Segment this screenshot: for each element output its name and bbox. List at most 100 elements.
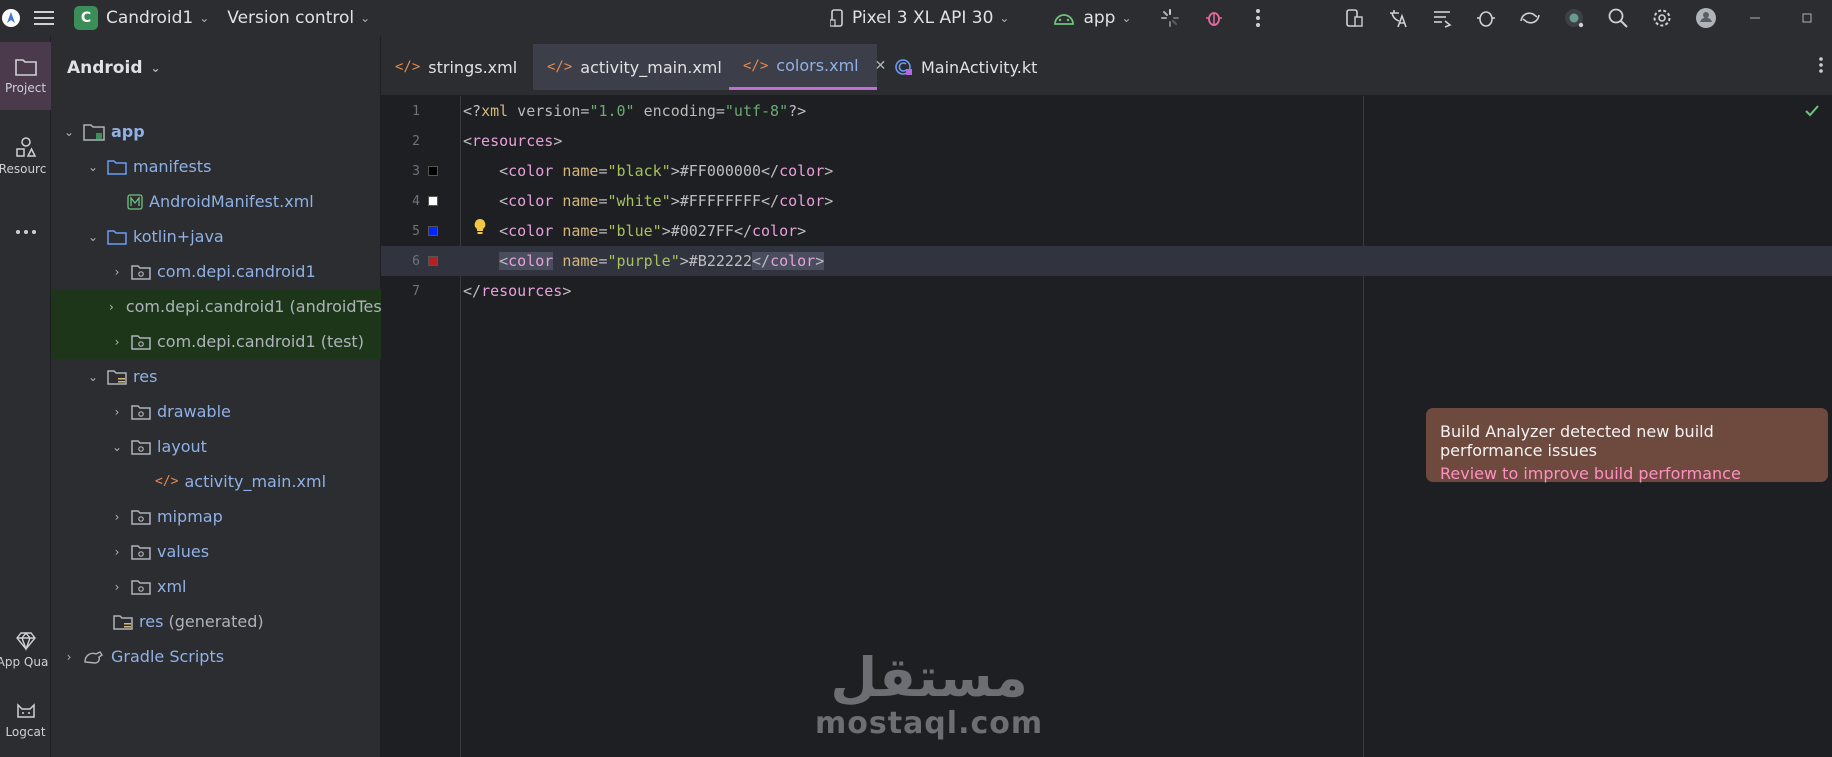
- tree-item-label: kotlin+java: [133, 227, 224, 246]
- color-swatch[interactable]: [428, 226, 438, 236]
- chevron-down-icon[interactable]: ⌄: [999, 11, 1009, 25]
- view-mode-selector[interactable]: Android ⌄: [51, 36, 380, 100]
- main-menu-icon[interactable]: [22, 0, 66, 36]
- app-inspection-icon[interactable]: [1464, 0, 1508, 36]
- editor-tabs: </> strings.xml </> activity_main.xml ✕ …: [381, 36, 1832, 96]
- tree-item-manifests[interactable]: ⌄ manifests: [51, 149, 381, 184]
- chevron-right-icon[interactable]: ›: [61, 650, 77, 664]
- chevron-right-icon[interactable]: ›: [109, 335, 125, 349]
- android-studio-logo-icon[interactable]: [0, 0, 22, 36]
- code-line[interactable]: 2 <resources>: [381, 126, 1832, 156]
- chevron-right-icon[interactable]: ›: [109, 405, 125, 419]
- ai-assistant-icon[interactable]: [1552, 0, 1596, 36]
- more-vertical-icon[interactable]: [1236, 0, 1280, 36]
- chevron-down-icon[interactable]: ⌄: [109, 440, 125, 454]
- code-line[interactable]: 4 <color name="white">#FFFFFFFF</color>: [381, 186, 1832, 216]
- maximize-icon[interactable]: [1782, 0, 1832, 36]
- manifest-file-icon: [127, 193, 143, 210]
- gradle-icon: [84, 650, 103, 664]
- tree-item-label: manifests: [133, 157, 212, 176]
- package-folder-icon: [131, 334, 151, 350]
- tree-item-activity-main[interactable]: </> activity_main.xml: [51, 464, 381, 499]
- code-line-current[interactable]: 6 <color name="purple">#B22222</color>: [381, 246, 1832, 276]
- code-text: <color name="blue">#0027FF</color>: [463, 222, 807, 240]
- tab-colors-xml[interactable]: </> colors.xml ✕: [729, 44, 886, 90]
- code-text: <color name="black">#FF000000</color>: [463, 162, 834, 180]
- tree-item-label: drawable: [157, 402, 231, 421]
- tree-item-package-android-test[interactable]: › com.depi.candroid1 (androidTest): [51, 289, 381, 324]
- code-text: <resources>: [463, 132, 563, 150]
- color-swatch[interactable]: [428, 166, 438, 176]
- sync-gradle-icon[interactable]: [1508, 0, 1552, 36]
- code-line[interactable]: 1 <?xml version="1.0" encoding="utf-8"?>: [381, 96, 1832, 126]
- chevron-right-icon[interactable]: ›: [109, 580, 125, 594]
- chevron-right-icon[interactable]: ›: [109, 265, 125, 279]
- chevron-right-icon[interactable]: ›: [109, 545, 125, 559]
- more-tools-button[interactable]: [0, 212, 51, 252]
- tree-item-package[interactable]: › com.depi.candroid1: [51, 254, 381, 289]
- tree-item-package-test[interactable]: › com.depi.candroid1 (test): [51, 324, 381, 359]
- project-tool-button[interactable]: Project: [0, 42, 51, 110]
- tree-item-qualifier: (generated): [163, 612, 264, 631]
- color-swatch[interactable]: [428, 256, 438, 266]
- tab-strings-xml[interactable]: </> strings.xml: [381, 44, 531, 90]
- android-icon: [1053, 10, 1075, 26]
- tree-item-label: xml: [157, 577, 187, 596]
- tree-item-kotlin-java[interactable]: ⌄ kotlin+java: [51, 219, 381, 254]
- debug-icon[interactable]: [1192, 0, 1236, 36]
- version-control-menu[interactable]: Version control: [227, 8, 354, 28]
- project-badge-icon[interactable]: C: [74, 6, 98, 30]
- device-selector[interactable]: Pixel 3 XL API 30: [852, 8, 993, 28]
- folder-icon: [107, 159, 127, 175]
- code-line[interactable]: 7 </resources>: [381, 276, 1832, 306]
- resource-manager-button[interactable]: Resourc: [0, 122, 51, 190]
- watermark-latin: mostaql.com: [815, 706, 1044, 741]
- notification-link[interactable]: Review to improve build performance: [1440, 464, 1814, 483]
- chevron-down-icon[interactable]: ⌄: [360, 11, 370, 25]
- account-avatar-icon[interactable]: [1684, 0, 1728, 36]
- run-config-selector[interactable]: app: [1083, 8, 1115, 28]
- search-icon[interactable]: [1596, 0, 1640, 36]
- tree-item-values[interactable]: › values: [51, 534, 381, 569]
- tree-item-android-manifest[interactable]: AndroidManifest.xml: [51, 184, 381, 219]
- code-line[interactable]: 3 <color name="black">#FF000000</color>: [381, 156, 1832, 186]
- tree-item-gradle-scripts[interactable]: › Gradle Scripts: [51, 639, 381, 674]
- tree-item-label: Gradle Scripts: [111, 647, 225, 666]
- layout-inspector-icon[interactable]: [1420, 0, 1464, 36]
- minimize-icon[interactable]: [1728, 0, 1782, 36]
- tree-item-mipmap[interactable]: › mipmap: [51, 499, 381, 534]
- project-name[interactable]: Candroid1: [106, 8, 193, 28]
- chevron-right-icon[interactable]: ›: [109, 510, 125, 524]
- tab-activity-main-xml[interactable]: </> activity_main.xml ✕: [533, 44, 750, 90]
- view-mode-label: Android: [67, 58, 143, 78]
- tree-item-res-generated[interactable]: res (generated): [51, 604, 381, 639]
- chevron-down-icon[interactable]: ⌄: [85, 160, 101, 174]
- build-analyzer-notification[interactable]: Build Analyzer detected new build perfor…: [1426, 408, 1828, 483]
- chevron-down-icon[interactable]: ⌄: [85, 230, 101, 244]
- chevron-right-icon[interactable]: ›: [109, 300, 114, 314]
- chevron-down-icon[interactable]: ⌄: [61, 125, 77, 139]
- translate-icon[interactable]: [1376, 0, 1420, 36]
- tree-item-layout[interactable]: ⌄ layout: [51, 429, 381, 464]
- tree-item-res[interactable]: ⌄ res: [51, 359, 381, 394]
- app-quality-button[interactable]: App Qua: [0, 616, 51, 684]
- tree-item-app[interactable]: ⌄ app: [51, 114, 381, 149]
- chevron-down-icon[interactable]: ⌄: [85, 370, 101, 384]
- tree-item-label: app: [111, 122, 145, 141]
- device-manager-icon[interactable]: [1332, 0, 1376, 36]
- code-line[interactable]: 5 <color name="blue">#0027FF</color>: [381, 216, 1832, 246]
- tree-item-xml[interactable]: › xml: [51, 569, 381, 604]
- tree-item-drawable[interactable]: › drawable: [51, 394, 381, 429]
- device-icon: [830, 8, 844, 28]
- chevron-down-icon[interactable]: ⌄: [1121, 11, 1131, 25]
- logcat-button[interactable]: Logcat: [0, 686, 51, 754]
- tab-label: strings.xml: [428, 57, 518, 77]
- chevron-down-icon[interactable]: ⌄: [151, 61, 161, 75]
- tab-main-activity-kt[interactable]: MainActivity.kt: [881, 44, 1071, 90]
- tree-item-label: com.depi.candroid1: [157, 262, 316, 281]
- chevron-down-icon[interactable]: ⌄: [199, 11, 209, 25]
- gear-icon[interactable]: [1640, 0, 1684, 36]
- tab-options-icon[interactable]: [1818, 56, 1824, 74]
- color-swatch[interactable]: [428, 196, 438, 206]
- line-number: 5: [412, 223, 420, 239]
